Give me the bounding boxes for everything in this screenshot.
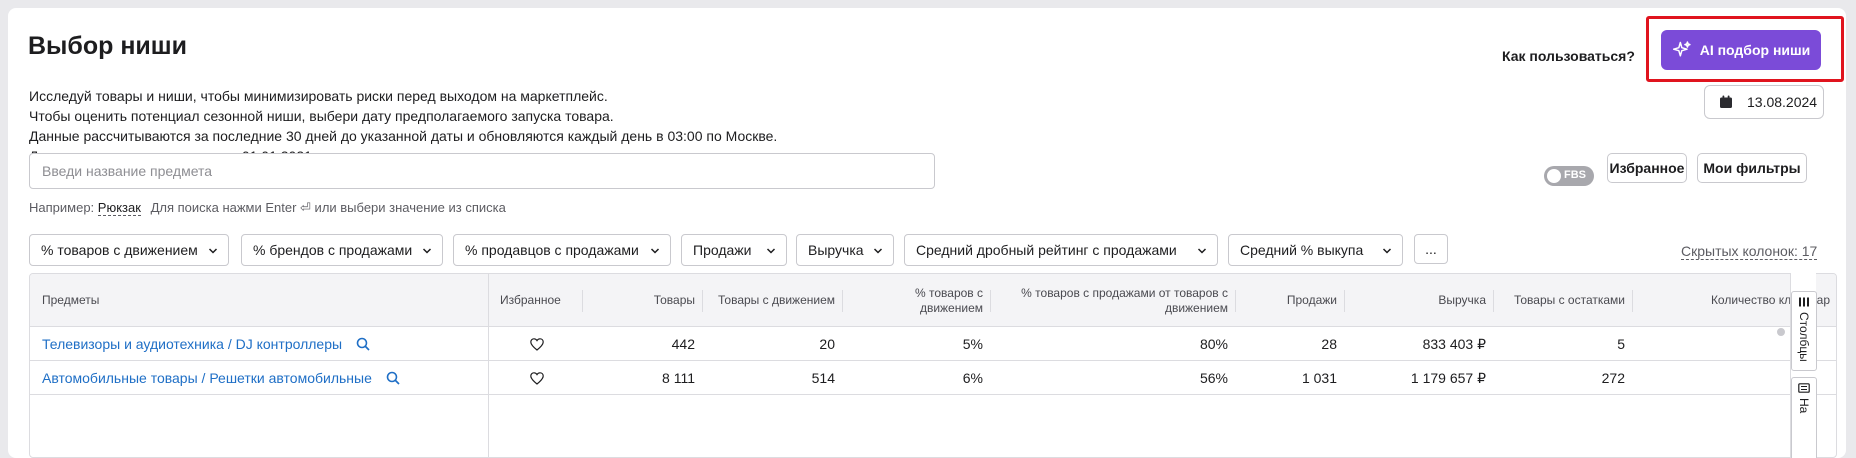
revenue-cell: 833 403 ₽ bbox=[1422, 335, 1486, 352]
chevron-down-icon bbox=[422, 248, 432, 254]
search-example: Например: Рюкзак Для поиска нажми Enter … bbox=[29, 200, 506, 216]
favorite-cell bbox=[530, 327, 544, 361]
search-icon[interactable] bbox=[356, 337, 370, 351]
chevron-down-icon bbox=[208, 248, 218, 254]
header-separator bbox=[990, 290, 991, 312]
column-header-pct-sales[interactable]: % товаров с продажами от товаров с движе… bbox=[1020, 274, 1228, 327]
column-header-goods-moving[interactable]: Товары с движением bbox=[710, 274, 835, 327]
columns-settings-tab[interactable]: Столбцы bbox=[1791, 291, 1817, 371]
subject-cell: Телевизоры и аудиотехника / DJ контролле… bbox=[42, 327, 370, 361]
with-stock-cell: 272 bbox=[1601, 370, 1625, 386]
column-header-favorites[interactable]: Избранное bbox=[500, 274, 580, 327]
sticky-column-divider bbox=[488, 274, 489, 457]
sales-cell: 28 bbox=[1321, 336, 1337, 352]
chevron-down-icon bbox=[873, 248, 883, 254]
filter-label: Выручка bbox=[808, 242, 864, 258]
chevron-down-icon bbox=[766, 248, 776, 254]
goods-moving-cell: 20 bbox=[819, 336, 835, 352]
subject-link[interactable]: Телевизоры и аудиотехника / DJ контролле… bbox=[42, 336, 342, 352]
favorites-button[interactable]: Избранное bbox=[1607, 153, 1687, 183]
filter-label: % товаров с движением bbox=[41, 242, 198, 258]
filter-revenue[interactable]: Выручка bbox=[796, 234, 894, 266]
filter-pct-brands-sales[interactable]: % брендов с продажами bbox=[241, 234, 443, 266]
pct-moving-cell: 6% bbox=[962, 370, 983, 386]
column-header-subjects[interactable]: Предметы bbox=[42, 274, 342, 327]
hidden-columns-link[interactable]: Скрытых колонок: 17 bbox=[1681, 243, 1818, 260]
date-value: 13.08.2024 bbox=[1747, 94, 1818, 110]
date-picker[interactable]: 13.08.2024 bbox=[1704, 85, 1824, 119]
filter-sales[interactable]: Продажи bbox=[681, 234, 787, 266]
description-line: Исследуй товары и ниши, чтобы минимизиро… bbox=[29, 88, 608, 104]
fbs-toggle-label: FBS bbox=[1564, 169, 1586, 181]
heart-icon[interactable] bbox=[530, 371, 544, 385]
page-title: Выбор ниши bbox=[28, 32, 188, 60]
favorite-cell bbox=[530, 361, 544, 395]
chevron-down-icon bbox=[1197, 248, 1207, 254]
filter-pct-goods-moving[interactable]: % товаров с движением bbox=[29, 234, 229, 266]
filter-label: Средний дробный рейтинг с продажами bbox=[916, 242, 1177, 258]
panel-icon bbox=[1798, 383, 1810, 393]
filter-avg-rating[interactable]: Средний дробный рейтинг с продажами bbox=[904, 234, 1218, 266]
header-separator bbox=[842, 290, 843, 312]
chevron-down-icon bbox=[1382, 248, 1392, 254]
pct-sales-cell: 56% bbox=[1199, 370, 1228, 386]
goods-cell: 442 bbox=[671, 336, 695, 352]
help-link[interactable]: Как пользоваться? bbox=[1502, 48, 1635, 64]
header-separator bbox=[1493, 290, 1494, 312]
sparkles-icon bbox=[1672, 41, 1691, 57]
main-card: Выбор ниши Исследуй товары и ниши, чтобы… bbox=[8, 8, 1846, 458]
my-filters-button[interactable]: Мои фильтры bbox=[1697, 153, 1807, 183]
ai-button-label: AI подбор ниши bbox=[1699, 42, 1811, 58]
table-header: Предметы Избранное Товары Товары с движе… bbox=[30, 274, 1836, 327]
header-separator bbox=[582, 290, 583, 312]
example-prefix: Например: bbox=[29, 200, 95, 215]
niche-table: Предметы Избранное Товары Товары с движе… bbox=[29, 273, 1837, 458]
revenue-cell: 1 179 657 ₽ bbox=[1410, 369, 1486, 386]
sales-cell: 1 031 bbox=[1301, 370, 1337, 386]
header-separator bbox=[1235, 290, 1236, 312]
subject-cell: Автомобильные товары / Решетки автомобил… bbox=[42, 361, 400, 395]
filter-label: Средний % выкупа bbox=[1240, 242, 1364, 258]
subject-link[interactable]: Автомобильные товары / Решетки автомобил… bbox=[42, 370, 372, 386]
table-row[interactable]: Телевизоры и аудиотехника / DJ контролле… bbox=[30, 327, 1836, 361]
side-panel: Столбцы На bbox=[1790, 273, 1817, 458]
description-line: Данные рассчитываются за последние 30 дн… bbox=[29, 128, 778, 144]
header-separator bbox=[1632, 290, 1633, 312]
heart-icon[interactable] bbox=[530, 337, 544, 351]
calendar-icon bbox=[1720, 95, 1732, 108]
search-hint: Для поиска нажми Enter ⏎ или выбери знач… bbox=[150, 200, 506, 215]
description-line: Чтобы оценить потенциал сезонной ниши, в… bbox=[29, 108, 614, 124]
table-row[interactable]: Автомобильные товары / Решетки автомобил… bbox=[30, 361, 1836, 395]
filter-label: Продажи bbox=[693, 242, 752, 258]
pct-sales-cell: 80% bbox=[1199, 336, 1228, 352]
column-header-revenue[interactable]: Выручка bbox=[1352, 274, 1486, 327]
pct-moving-cell: 5% bbox=[962, 336, 983, 352]
with-stock-cell: 5 bbox=[1617, 336, 1625, 352]
columns-tab-label: Столбцы bbox=[1797, 312, 1811, 362]
column-header-pct-moving[interactable]: % товаров с движением bbox=[890, 274, 983, 327]
ai-niche-button[interactable]: AI подбор ниши bbox=[1661, 30, 1821, 70]
fbs-toggle[interactable]: FBS bbox=[1544, 166, 1594, 186]
settings-tab-label: На bbox=[1797, 398, 1811, 414]
header-separator bbox=[1344, 290, 1345, 312]
header-separator bbox=[702, 290, 703, 312]
chevron-down-icon bbox=[650, 248, 660, 254]
goods-moving-cell: 514 bbox=[811, 370, 835, 386]
table-scrollbar-thumb[interactable] bbox=[1777, 328, 1785, 336]
columns-icon bbox=[1799, 297, 1809, 307]
filter-avg-buyout[interactable]: Средний % выкупа bbox=[1228, 234, 1403, 266]
filter-pct-sellers-sales[interactable]: % продавцов с продажами bbox=[453, 234, 671, 266]
filter-label: % продавцов с продажами bbox=[465, 242, 639, 258]
toggle-knob bbox=[1547, 169, 1561, 183]
example-word-link[interactable]: Рюкзак bbox=[97, 200, 141, 216]
column-header-goods[interactable]: Товары bbox=[590, 274, 695, 327]
settings-tab[interactable]: На bbox=[1791, 377, 1817, 458]
subject-search-input[interactable] bbox=[29, 153, 935, 189]
goods-cell: 8 111 bbox=[662, 370, 695, 386]
column-header-with-stock[interactable]: Товары с остатками bbox=[1500, 274, 1625, 327]
filter-label: % брендов с продажами bbox=[253, 242, 413, 258]
more-filters-button[interactable]: ... bbox=[1414, 234, 1448, 264]
search-icon[interactable] bbox=[386, 371, 400, 385]
column-header-sales[interactable]: Продажи bbox=[1242, 274, 1337, 327]
